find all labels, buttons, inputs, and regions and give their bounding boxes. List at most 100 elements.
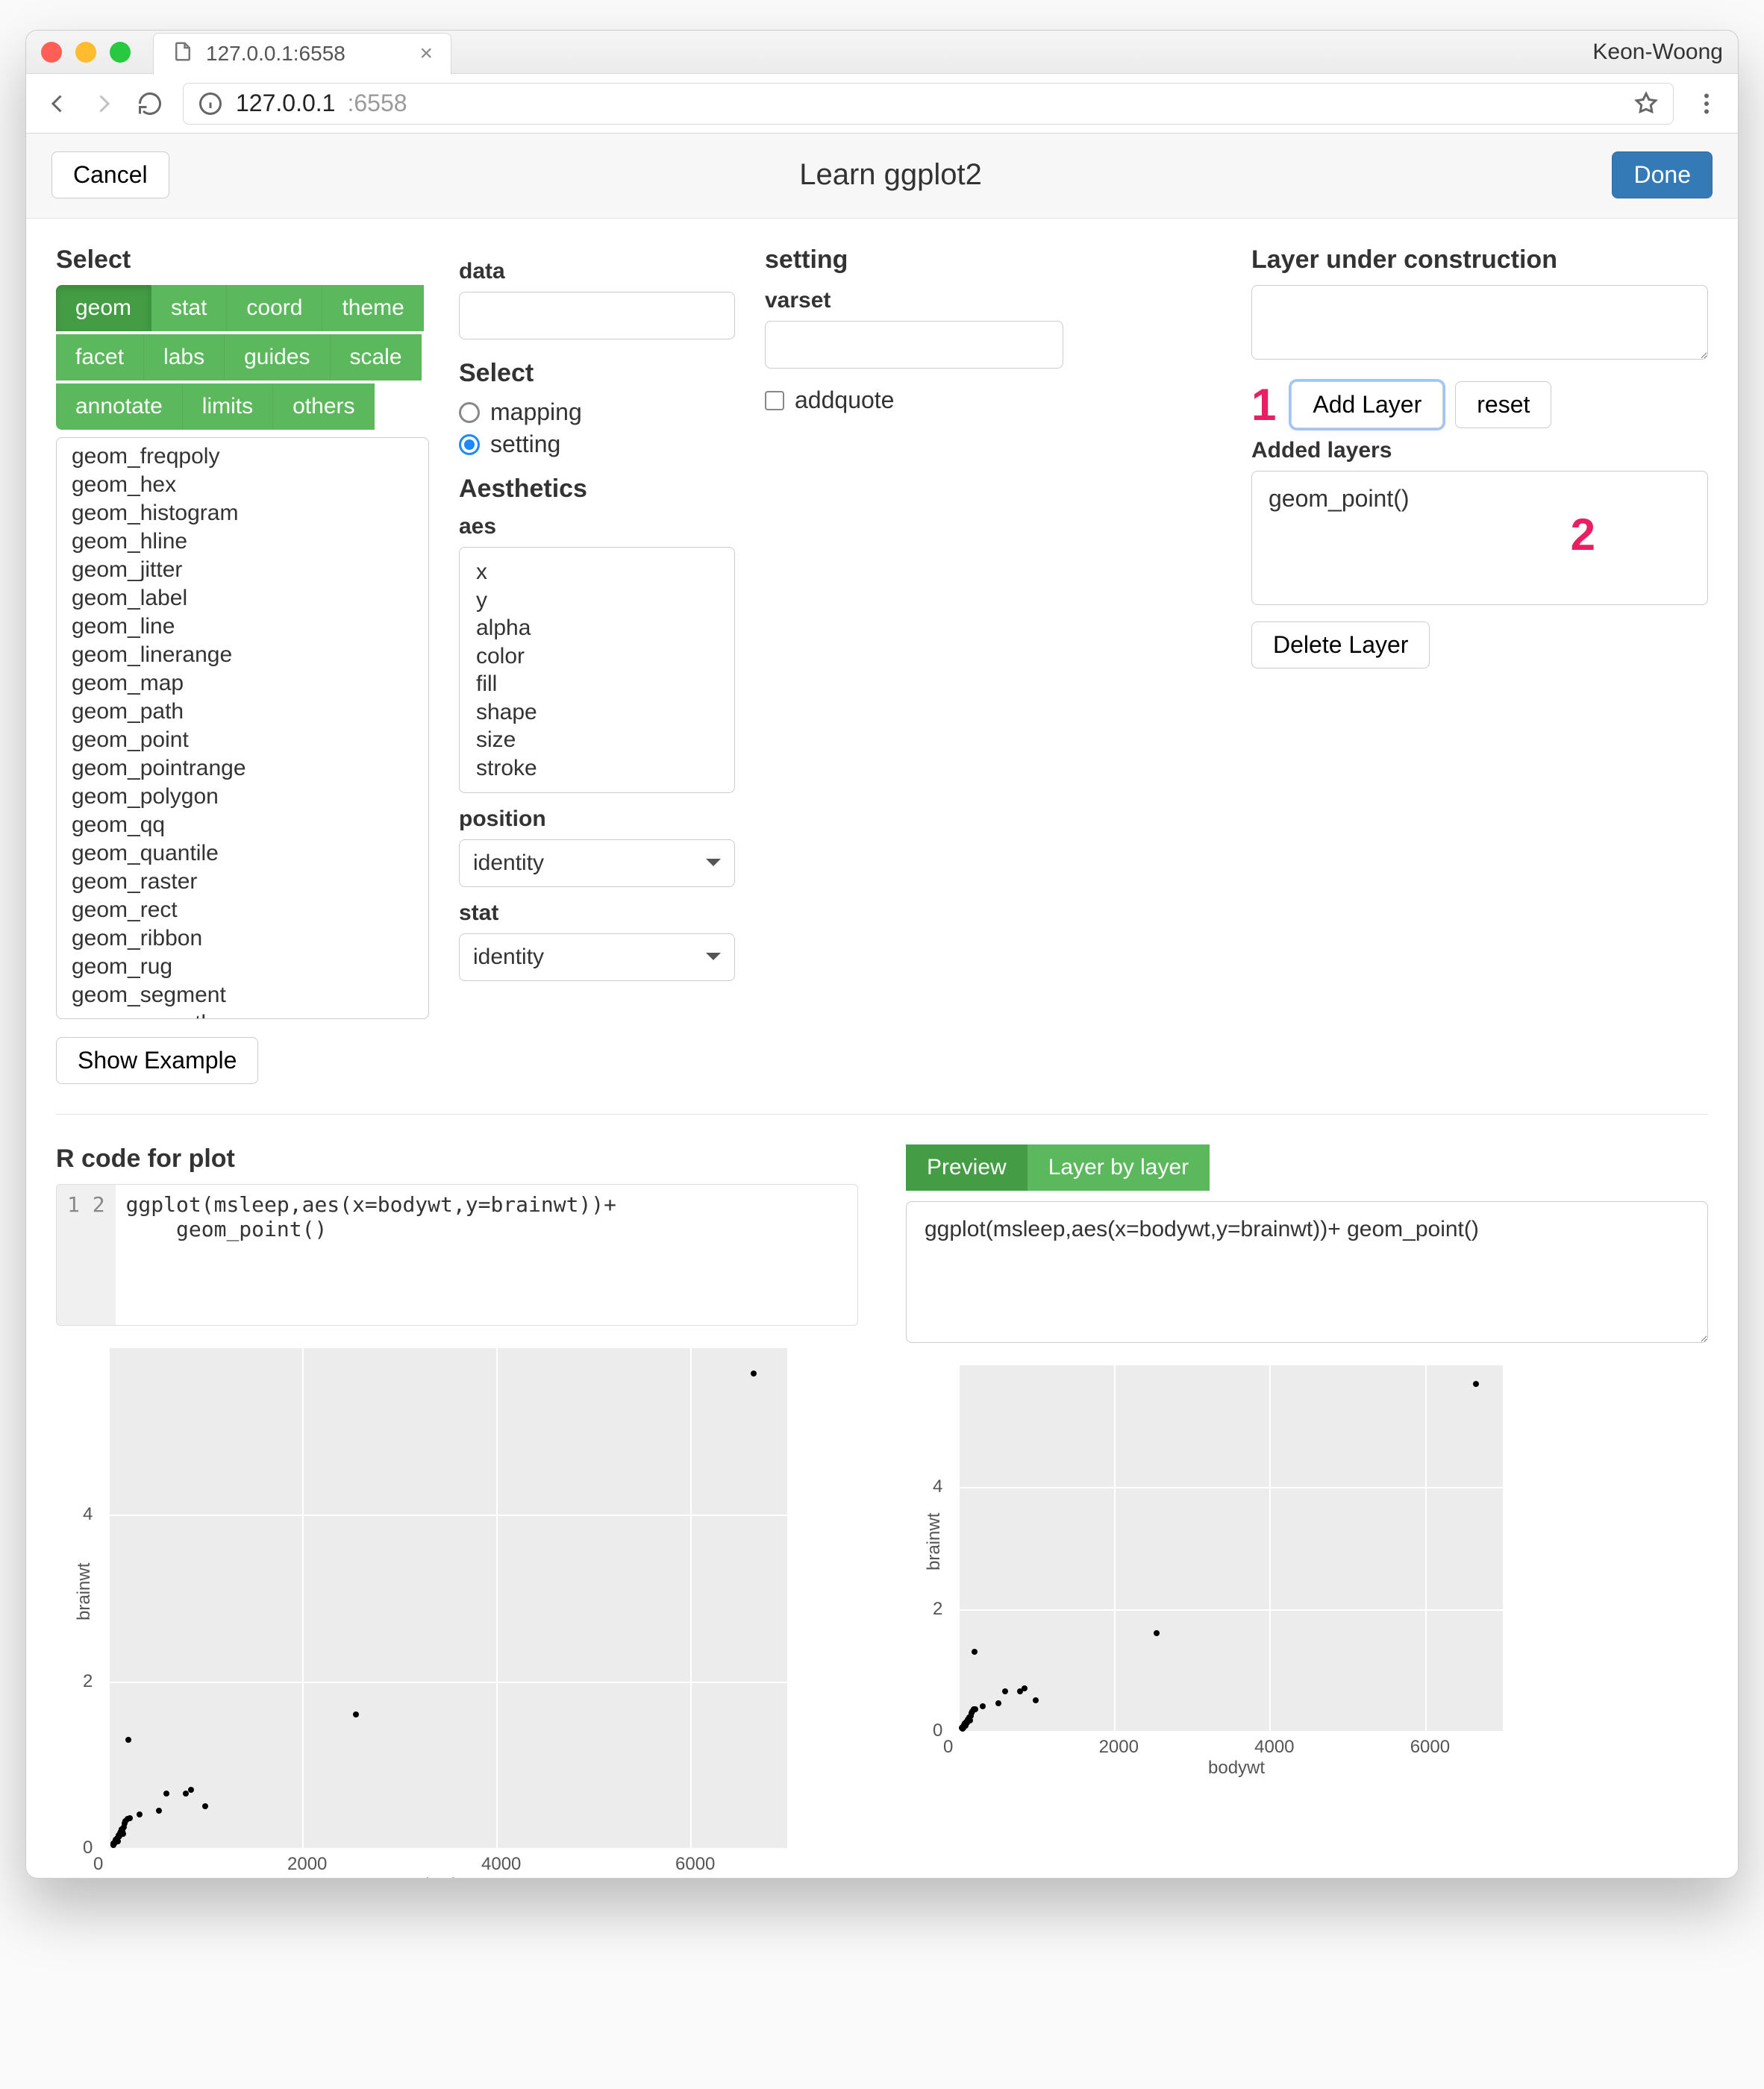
- reload-icon[interactable]: [137, 90, 163, 117]
- radio-setting[interactable]: setting: [459, 430, 735, 458]
- category-pill-geom[interactable]: geom: [56, 285, 151, 331]
- radio-mapping[interactable]: mapping: [459, 398, 735, 426]
- site-info-icon[interactable]: [197, 90, 224, 117]
- geom-item[interactable]: geom_line: [57, 613, 428, 641]
- show-example-button[interactable]: Show Example: [56, 1037, 258, 1084]
- category-pill-annotate[interactable]: annotate: [56, 383, 183, 430]
- category-pill-theme[interactable]: theme: [322, 285, 423, 331]
- stat-select[interactable]: identity: [459, 933, 735, 981]
- category-pill-facet[interactable]: facet: [56, 334, 144, 380]
- radio-icon: [459, 434, 480, 455]
- close-window-icon[interactable]: [41, 42, 62, 63]
- geom-item[interactable]: geom_path: [57, 698, 428, 726]
- browser-tab[interactable]: 127.0.0.1:6558 ×: [153, 33, 451, 75]
- varset-input[interactable]: [765, 321, 1063, 369]
- aes-item[interactable]: size: [476, 726, 718, 754]
- aes-item[interactable]: y: [476, 586, 718, 615]
- position-select[interactable]: identity: [459, 839, 735, 887]
- aes-item[interactable]: fill: [476, 670, 718, 698]
- select-title: Select: [56, 245, 429, 275]
- select-mode-title: Select: [459, 359, 735, 388]
- close-tab-icon[interactable]: ×: [419, 41, 433, 66]
- aes-item[interactable]: alpha: [476, 614, 718, 642]
- main-grid: Select geomstatcoordtheme facetlabsguide…: [26, 219, 1738, 1092]
- scatter-chart-right: 0200040006000024brainwtbodywt: [958, 1365, 1503, 1731]
- geom-item[interactable]: geom_hline: [57, 527, 428, 556]
- bookmark-icon[interactable]: [1633, 90, 1660, 117]
- layer-construction-input[interactable]: [1251, 285, 1708, 360]
- rcode-panel: R code for plot 1 2 ggplot(msleep,aes(x=…: [56, 1144, 858, 1848]
- geom-item[interactable]: geom_ribbon: [57, 924, 428, 953]
- scatter-chart-left: 0200040006000024brainwtbodywt: [108, 1348, 787, 1848]
- category-pill-guides[interactable]: guides: [225, 334, 330, 380]
- done-button[interactable]: Done: [1612, 151, 1713, 198]
- geom-item[interactable]: geom_segment: [57, 981, 428, 1009]
- delete-layer-button[interactable]: Delete Layer: [1251, 621, 1430, 668]
- maximize-window-icon[interactable]: [110, 42, 131, 63]
- geom-item[interactable]: geom_quantile: [57, 839, 428, 868]
- added-layers-box[interactable]: geom_point() 2: [1251, 471, 1708, 605]
- chevron-down-icon: [706, 953, 721, 968]
- add-layer-button[interactable]: Add Layer: [1291, 381, 1443, 428]
- category-pill-others[interactable]: others: [273, 383, 374, 430]
- tab-title: 127.0.0.1:6558: [206, 42, 345, 66]
- select-panel: Select geomstatcoordtheme facetlabsguide…: [56, 245, 429, 1084]
- geom-item[interactable]: geom_jitter: [57, 556, 428, 584]
- geom-listbox[interactable]: geom_freqpolygeom_hexgeom_histogramgeom_…: [56, 437, 429, 1019]
- varset-label: varset: [765, 288, 1222, 313]
- geom-item[interactable]: geom_polygon: [57, 783, 428, 811]
- addquote-checkbox[interactable]: addquote: [765, 386, 1222, 414]
- code-editor[interactable]: 1 2 ggplot(msleep,aes(x=bodywt,y=brainwt…: [56, 1184, 858, 1326]
- radio-icon: [459, 402, 480, 423]
- geom-item[interactable]: geom_linerange: [57, 641, 428, 669]
- geom-item[interactable]: geom_smooth: [57, 1009, 428, 1019]
- data-label: data: [459, 259, 735, 284]
- aes-label: aes: [459, 514, 735, 539]
- minimize-window-icon[interactable]: [75, 42, 96, 63]
- cancel-button[interactable]: Cancel: [51, 151, 169, 198]
- geom-item[interactable]: geom_qq: [57, 811, 428, 839]
- titlebar: 127.0.0.1:6558 × Keon-Woong: [26, 31, 1738, 74]
- preview-panel: Preview Layer by layer ggplot(msleep,aes…: [906, 1144, 1708, 1848]
- code-summary[interactable]: ggplot(msleep,aes(x=bodywt,y=brainwt))+ …: [906, 1201, 1708, 1343]
- category-pill-stat[interactable]: stat: [151, 285, 227, 331]
- data-input[interactable]: [459, 292, 735, 339]
- category-pill-coord[interactable]: coord: [227, 285, 322, 331]
- category-pill-scale[interactable]: scale: [331, 334, 422, 380]
- app-title: Learn ggplot2: [799, 158, 982, 192]
- tab-layer-by-layer[interactable]: Layer by layer: [1028, 1144, 1210, 1191]
- aes-item[interactable]: shape: [476, 698, 718, 727]
- aes-listbox[interactable]: xyalphacolorfillshapesizestroke: [459, 547, 735, 793]
- added-layers-label: Added layers: [1251, 438, 1708, 463]
- geom-item[interactable]: geom_map: [57, 669, 428, 698]
- category-pills: geomstatcoordtheme facetlabsguidesscale …: [56, 285, 429, 430]
- geom-item[interactable]: geom_point: [57, 726, 428, 754]
- geom-item[interactable]: geom_label: [57, 584, 428, 613]
- aes-item[interactable]: color: [476, 642, 718, 671]
- tab-preview[interactable]: Preview: [906, 1144, 1028, 1191]
- annotation-2: 2: [1571, 509, 1595, 560]
- geom-item[interactable]: geom_rug: [57, 953, 428, 981]
- url-field[interactable]: 127.0.0.1:6558: [183, 83, 1674, 125]
- reset-button[interactable]: reset: [1455, 381, 1551, 428]
- back-icon[interactable]: [44, 90, 71, 117]
- menu-icon[interactable]: [1693, 90, 1720, 117]
- rcode-title: R code for plot: [56, 1144, 858, 1174]
- geom-item[interactable]: geom_raster: [57, 868, 428, 896]
- window-controls: [41, 42, 131, 63]
- category-pill-labs[interactable]: labs: [144, 334, 225, 380]
- geom-item[interactable]: geom_histogram: [57, 499, 428, 527]
- position-label: position: [459, 807, 735, 832]
- page-icon: [172, 40, 194, 68]
- url-port: :6558: [347, 90, 407, 117]
- layer-title: Layer under construction: [1251, 245, 1708, 275]
- aes-item[interactable]: stroke: [476, 754, 718, 783]
- geom-item[interactable]: geom_hex: [57, 471, 428, 499]
- category-pill-limits[interactable]: limits: [183, 383, 273, 430]
- profile-name[interactable]: Keon-Woong: [1592, 40, 1723, 65]
- geom-item[interactable]: geom_pointrange: [57, 754, 428, 783]
- aes-item[interactable]: x: [476, 558, 718, 586]
- app-header: Cancel Learn ggplot2 Done: [26, 134, 1738, 219]
- geom-item[interactable]: geom_rect: [57, 896, 428, 924]
- geom-item[interactable]: geom_freqpoly: [57, 442, 428, 471]
